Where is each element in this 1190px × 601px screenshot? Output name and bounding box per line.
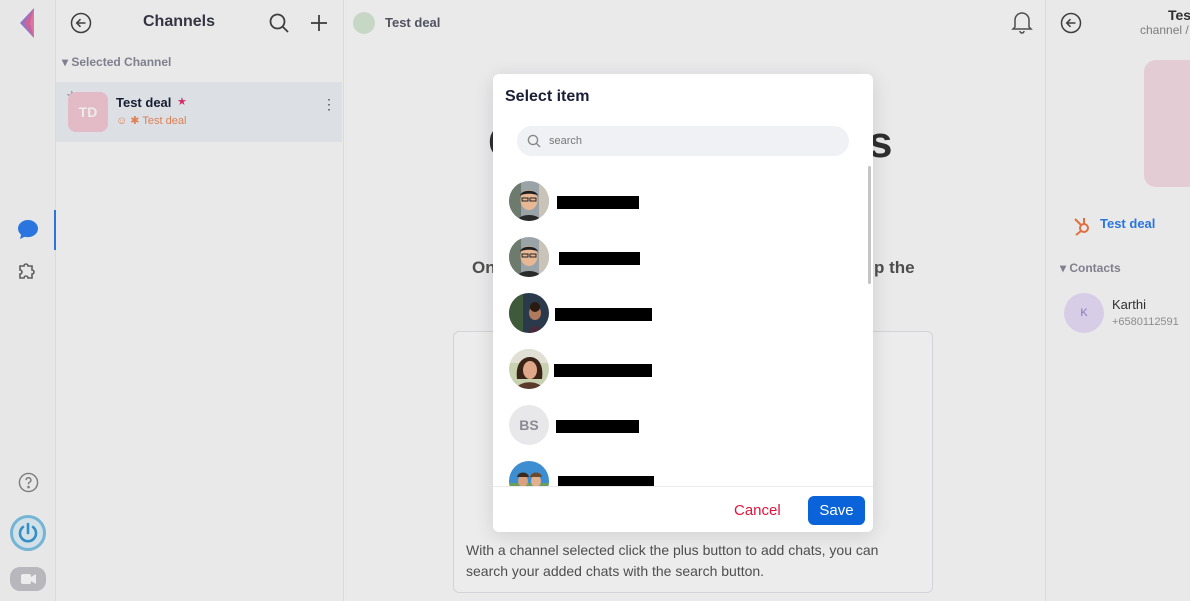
avatar: [509, 349, 549, 389]
avatar: [509, 181, 549, 221]
item-name: ██████████████: [554, 364, 652, 377]
search-box[interactable]: [517, 126, 849, 156]
item-name: ██████████████: [558, 476, 654, 486]
list-item[interactable]: ██████████████: [493, 282, 863, 333]
search-icon: [527, 134, 541, 148]
avatar: [509, 293, 549, 333]
avatar: BS: [509, 405, 549, 445]
item-name: ██████████████: [555, 308, 652, 321]
list-item[interactable]: ████████████: [493, 170, 863, 221]
item-name: ████████████: [559, 252, 640, 265]
item-name: ████████████: [556, 420, 639, 433]
list-item[interactable]: BS ████████████: [493, 394, 863, 445]
modal-title: Select item: [505, 88, 590, 105]
list-item[interactable]: ██████████████: [493, 450, 863, 486]
cancel-button[interactable]: Cancel: [734, 502, 781, 519]
item-name: ████████████: [557, 196, 639, 209]
modal-footer: Cancel Save: [493, 486, 873, 532]
select-item-modal: Select item ████████████: [493, 74, 873, 532]
list-item[interactable]: ████████████: [493, 226, 863, 277]
scrollbar[interactable]: [868, 166, 871, 284]
search-input[interactable]: [549, 131, 839, 151]
item-list[interactable]: ███████████ █ █████████ ████████████ ███…: [493, 170, 873, 486]
save-button[interactable]: Save: [808, 496, 865, 525]
avatar: [509, 237, 549, 277]
avatar: [509, 461, 549, 486]
list-item[interactable]: ██████████████: [493, 338, 863, 389]
